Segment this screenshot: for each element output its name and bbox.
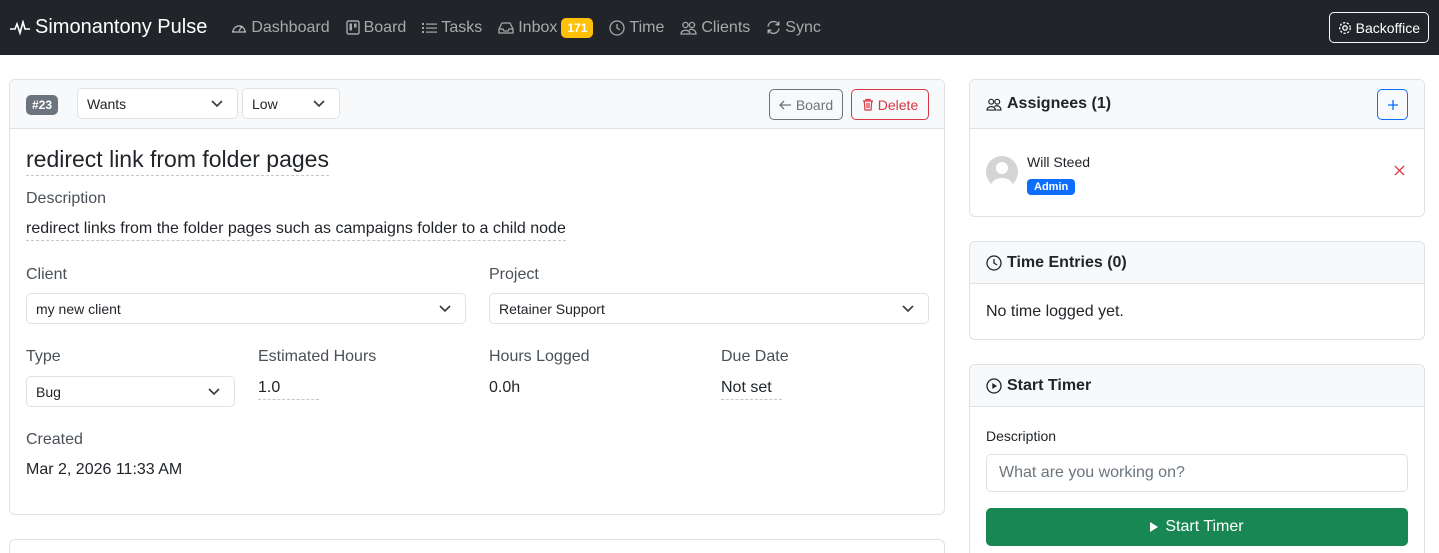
hours-logged-value: 0.0h — [489, 379, 521, 396]
chevron-down-icon — [313, 99, 325, 108]
inbox-count-badge: 171 — [561, 17, 594, 38]
trash-icon — [862, 98, 874, 111]
due-date-value[interactable]: Not set — [721, 379, 782, 400]
time-entries-title-text: Time Entries (0) — [1007, 254, 1127, 271]
project-label: Project — [489, 266, 539, 283]
gear-icon — [1338, 21, 1352, 35]
status-select[interactable]: Wants — [77, 88, 238, 119]
nav-item-clients[interactable]: Clients — [680, 19, 750, 37]
timer-header: Start Timer — [970, 365, 1424, 407]
nav-item-inbox[interactable]: Inbox 171 — [498, 17, 594, 38]
description-label: Description — [26, 190, 107, 207]
timer-description-label: Description — [986, 428, 1057, 444]
timer-description-input[interactable]: What are you working on? — [986, 454, 1408, 492]
back-to-board-button[interactable]: Board — [769, 89, 843, 120]
inbox-icon — [498, 21, 514, 34]
start-timer-label: Start Timer — [1165, 518, 1244, 535]
list-icon — [422, 22, 438, 34]
hours-logged-label: Hours Logged — [489, 348, 590, 365]
time-entries-header: Time Entries (0) — [970, 242, 1424, 284]
nav-label: Clients — [701, 18, 751, 36]
time-entries-card: Time Entries (0) No time logged yet. — [969, 241, 1425, 340]
time-entries-empty: No time logged yet. — [986, 303, 1124, 320]
top-navbar: Simonantony Pulse Dashboard Board Tasks … — [0, 0, 1439, 55]
nav-item-time[interactable]: Time — [609, 19, 664, 37]
timer-title: Start Timer — [986, 377, 1091, 395]
nav-label: Sync — [785, 18, 821, 36]
start-timer-card: Start Timer Description What are you wor… — [969, 364, 1425, 553]
priority-select[interactable]: Low — [242, 88, 340, 119]
client-select[interactable]: my new client — [26, 293, 466, 324]
nav-item-dashboard[interactable]: Dashboard — [231, 18, 330, 37]
nav-item-tasks[interactable]: Tasks — [422, 19, 482, 37]
chevron-down-icon — [208, 387, 220, 396]
arrow-left-icon — [778, 100, 792, 110]
play-circle-icon — [986, 378, 1002, 394]
task-title[interactable]: redirect link from folder pages — [26, 146, 329, 176]
delete-button-label: Delete — [877, 96, 919, 113]
task-header: #23 Wants Low Board Delete — [10, 80, 944, 129]
sync-icon — [766, 20, 781, 35]
clock-icon — [609, 19, 626, 36]
clock-icon — [986, 255, 1002, 271]
estimated-hours-label: Estimated Hours — [258, 348, 377, 365]
kanban-icon — [345, 20, 360, 35]
type-label: Type — [26, 348, 61, 365]
nav-item-board[interactable]: Board — [345, 18, 407, 37]
remove-assignee-icon[interactable] — [1394, 165, 1405, 176]
created-label: Created — [26, 431, 83, 448]
nav-label: Time — [629, 18, 665, 36]
estimated-hours-value[interactable]: 1.0 — [258, 379, 319, 400]
brand-link[interactable]: Simonantony Pulse — [10, 16, 207, 39]
brand-name: Simonantony Pulse — [35, 16, 208, 38]
role-badge: Admin — [1027, 179, 1076, 195]
avatar — [986, 156, 1018, 188]
people-icon — [680, 21, 698, 35]
delete-task-button[interactable]: Delete — [851, 89, 929, 120]
nav-label: Inbox — [518, 18, 558, 36]
nav-item-sync[interactable]: Sync — [766, 19, 821, 37]
assignees-header: Assignees (1) — [970, 80, 1424, 129]
board-button-label: Board — [795, 96, 834, 113]
timer-title-text: Start Timer — [1007, 377, 1092, 394]
assignees-title: Assignees (1) — [986, 95, 1111, 113]
type-select[interactable]: Bug — [26, 376, 235, 407]
speedometer-icon — [231, 21, 247, 35]
chevron-down-icon — [211, 99, 223, 108]
main-nav: Dashboard Board Tasks Inbox 171 Time Cli… — [231, 17, 837, 38]
priority-value: Low — [252, 95, 278, 112]
secondary-card — [9, 539, 945, 553]
status-value: Wants — [87, 95, 127, 112]
type-value: Bug — [36, 383, 61, 400]
task-id-badge: #23 — [26, 95, 59, 115]
start-timer-button[interactable]: Start Timer — [986, 508, 1408, 546]
people-icon — [986, 98, 1002, 111]
nav-label: Board — [363, 18, 407, 36]
task-detail-card: #23 Wants Low Board Delete redirect link… — [9, 79, 945, 515]
chevron-down-icon — [439, 304, 451, 313]
pulse-icon — [10, 19, 30, 36]
assignees-title-text: Assignees (1) — [1007, 95, 1112, 112]
task-description[interactable]: redirect links from the folder pages suc… — [26, 220, 566, 241]
project-select[interactable]: Retainer Support — [489, 293, 929, 324]
backoffice-label: Backoffice — [1355, 19, 1420, 36]
due-date-label: Due Date — [721, 348, 789, 365]
time-entries-title: Time Entries (0) — [986, 254, 1127, 272]
play-icon — [1150, 522, 1159, 532]
assignee-name: Will Steed — [1027, 154, 1091, 170]
client-value: my new client — [36, 300, 121, 317]
nav-label: Tasks — [441, 18, 483, 36]
backoffice-button[interactable]: Backoffice — [1328, 12, 1429, 43]
project-value: Retainer Support — [499, 300, 605, 317]
created-value: Mar 2, 2026 11:33 AM — [26, 461, 183, 478]
nav-label: Dashboard — [251, 18, 330, 36]
plus-icon — [1387, 99, 1399, 111]
assignees-card: Assignees (1) Will Steed Admin — [969, 79, 1425, 217]
add-assignee-button[interactable] — [1377, 89, 1408, 120]
chevron-down-icon — [902, 304, 914, 313]
client-label: Client — [26, 266, 67, 283]
